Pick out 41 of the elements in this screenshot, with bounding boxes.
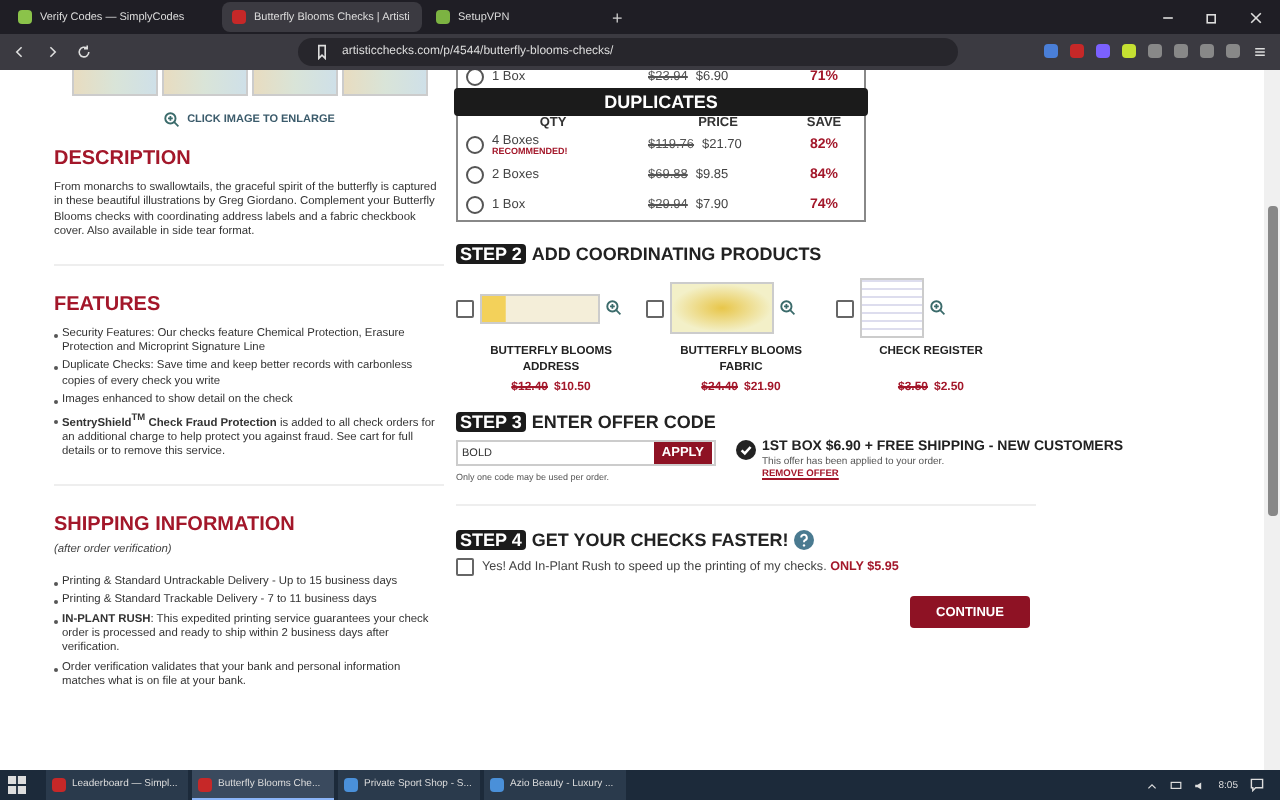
step-badge: STEP 3 <box>456 412 526 432</box>
zoom-icon[interactable] <box>780 300 796 316</box>
notification-icon[interactable] <box>1250 778 1264 792</box>
radio-button[interactable] <box>466 196 484 214</box>
step-badge: STEP 2 <box>456 244 526 264</box>
zoom-icon[interactable] <box>163 112 180 128</box>
bookmark-icon[interactable] <box>314 44 330 60</box>
new-tab-button[interactable]: + <box>612 7 623 27</box>
zoom-icon[interactable] <box>606 300 622 316</box>
check-thumbnail[interactable] <box>341 70 427 96</box>
radio-button[interactable] <box>466 136 484 154</box>
forward-icon[interactable] <box>44 44 60 60</box>
close-icon[interactable] <box>1248 9 1264 25</box>
scrollbar[interactable] <box>1264 70 1280 770</box>
restore-icon[interactable] <box>1204 9 1220 25</box>
network-icon[interactable] <box>1170 779 1183 791</box>
step-title: ADD COORDINATING PRODUCTS <box>531 244 822 264</box>
menu-icon[interactable] <box>1252 44 1268 60</box>
section-heading: SHIPPING INFORMATION <box>54 513 297 536</box>
step-title: GET YOUR CHECKS FASTER! <box>531 530 789 550</box>
checkbox[interactable] <box>836 299 854 317</box>
step-badge: STEP 4 <box>456 530 526 550</box>
step-title: ENTER OFFER CODE <box>531 412 716 432</box>
checkbox[interactable] <box>646 299 664 317</box>
radio-button[interactable] <box>466 166 484 184</box>
check-thumbnail[interactable] <box>161 70 247 96</box>
speaker-icon[interactable] <box>1194 779 1207 791</box>
section-heading: DESCRIPTION <box>54 148 193 170</box>
windows-icon[interactable] <box>8 776 26 794</box>
section-heading: FEATURES <box>54 293 163 316</box>
checkbox[interactable] <box>456 558 474 576</box>
radio-button[interactable] <box>466 70 484 85</box>
table-banner: DUPLICATES <box>454 88 868 116</box>
back-icon[interactable] <box>12 44 28 60</box>
checkbox[interactable] <box>456 299 474 317</box>
reload-icon[interactable] <box>76 44 92 60</box>
help-icon[interactable] <box>794 530 815 550</box>
check-thumbnail[interactable] <box>71 70 157 96</box>
zoom-icon[interactable] <box>930 300 946 316</box>
chevron-up-icon[interactable] <box>1146 779 1159 791</box>
check-thumbnail[interactable] <box>251 70 337 96</box>
